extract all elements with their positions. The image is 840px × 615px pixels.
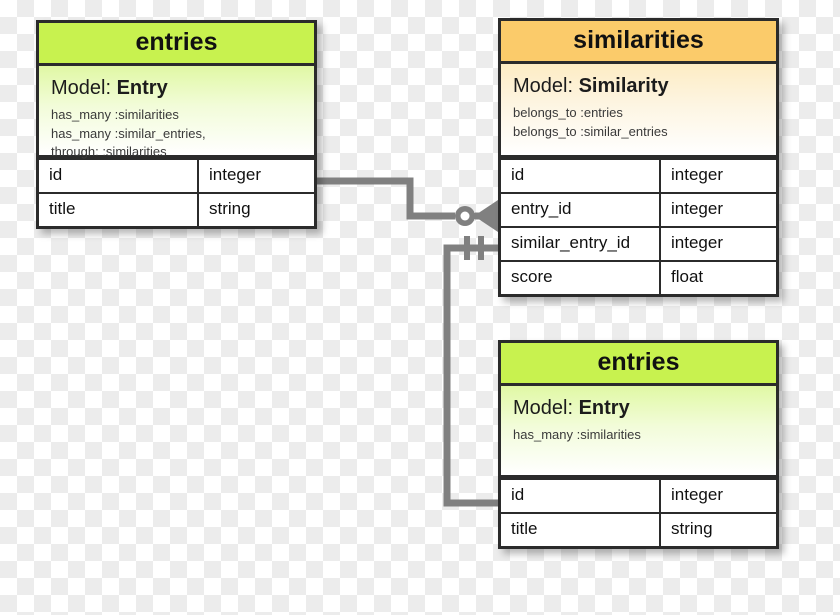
association-line: belongs_to :entries — [513, 105, 623, 121]
model-line: Model: Entry — [51, 77, 302, 100]
attribute-name: title — [39, 194, 199, 227]
attribute-name: id — [39, 160, 199, 193]
table-row[interactable]: id integer — [501, 478, 776, 513]
attribute-type: integer — [209, 165, 261, 185]
association-line: belongs_to :similar_entries — [513, 123, 668, 139]
table-row[interactable]: similar_entry_id integer — [501, 226, 776, 261]
model-label: Model: — [513, 397, 574, 420]
diagram-canvas: entries Model: Entry has_many :similarit… — [0, 0, 840, 615]
entity-entries-bottom-right[interactable]: entries Model: Entry has_many :similarit… — [498, 340, 779, 550]
attribute-name: similar_entry_id — [501, 228, 661, 261]
table-row[interactable]: title string — [501, 512, 776, 547]
attribute-type: string — [209, 199, 251, 219]
entity-model-block: Model: Entry has_many :similarities has_… — [39, 66, 314, 159]
association-line: has_many :similar_entries, — [51, 125, 206, 141]
entity-model-block: Model: Similarity belongs_to :entries be… — [501, 64, 776, 159]
entity-title: similarities — [501, 21, 776, 65]
attribute-name: id — [501, 480, 661, 513]
table-row[interactable]: title string — [39, 192, 314, 227]
table-row[interactable]: id integer — [501, 158, 776, 193]
model-name: Entry — [116, 77, 168, 100]
connector-entries-to-similarities — [316, 177, 498, 232]
attribute-type: integer — [671, 199, 723, 219]
model-name: Entry — [578, 397, 630, 420]
connector-similarities-to-entries — [443, 236, 498, 507]
table-row[interactable]: score float — [501, 260, 776, 295]
table-row[interactable]: entry_id integer — [501, 192, 776, 227]
association-line: has_many :similarities — [51, 107, 179, 123]
model-line: Model: Similarity — [513, 75, 764, 98]
attribute-name: score — [501, 262, 661, 295]
entity-title: entries — [501, 343, 776, 387]
model-name: Similarity — [578, 75, 669, 98]
attribute-type: float — [671, 267, 704, 287]
attribute-name: id — [501, 160, 661, 193]
attribute-type: string — [671, 519, 713, 539]
entity-title: entries — [39, 23, 314, 67]
model-label: Model: — [51, 77, 112, 100]
entity-entries-top-left[interactable]: entries Model: Entry has_many :similarit… — [36, 20, 317, 230]
model-label: Model: — [513, 75, 574, 98]
entity-model-block: Model: Entry has_many :similarities — [501, 386, 776, 479]
attribute-name: entry_id — [501, 194, 661, 227]
attribute-type: integer — [671, 165, 723, 185]
attribute-name: title — [501, 514, 661, 547]
entity-similarities[interactable]: similarities Model: Similarity belongs_t… — [498, 18, 779, 298]
attribute-type: integer — [671, 485, 723, 505]
association-line: has_many :similarities — [513, 427, 641, 443]
attribute-type: integer — [671, 233, 723, 253]
table-row[interactable]: id integer — [39, 158, 314, 193]
model-line: Model: Entry — [513, 397, 764, 420]
